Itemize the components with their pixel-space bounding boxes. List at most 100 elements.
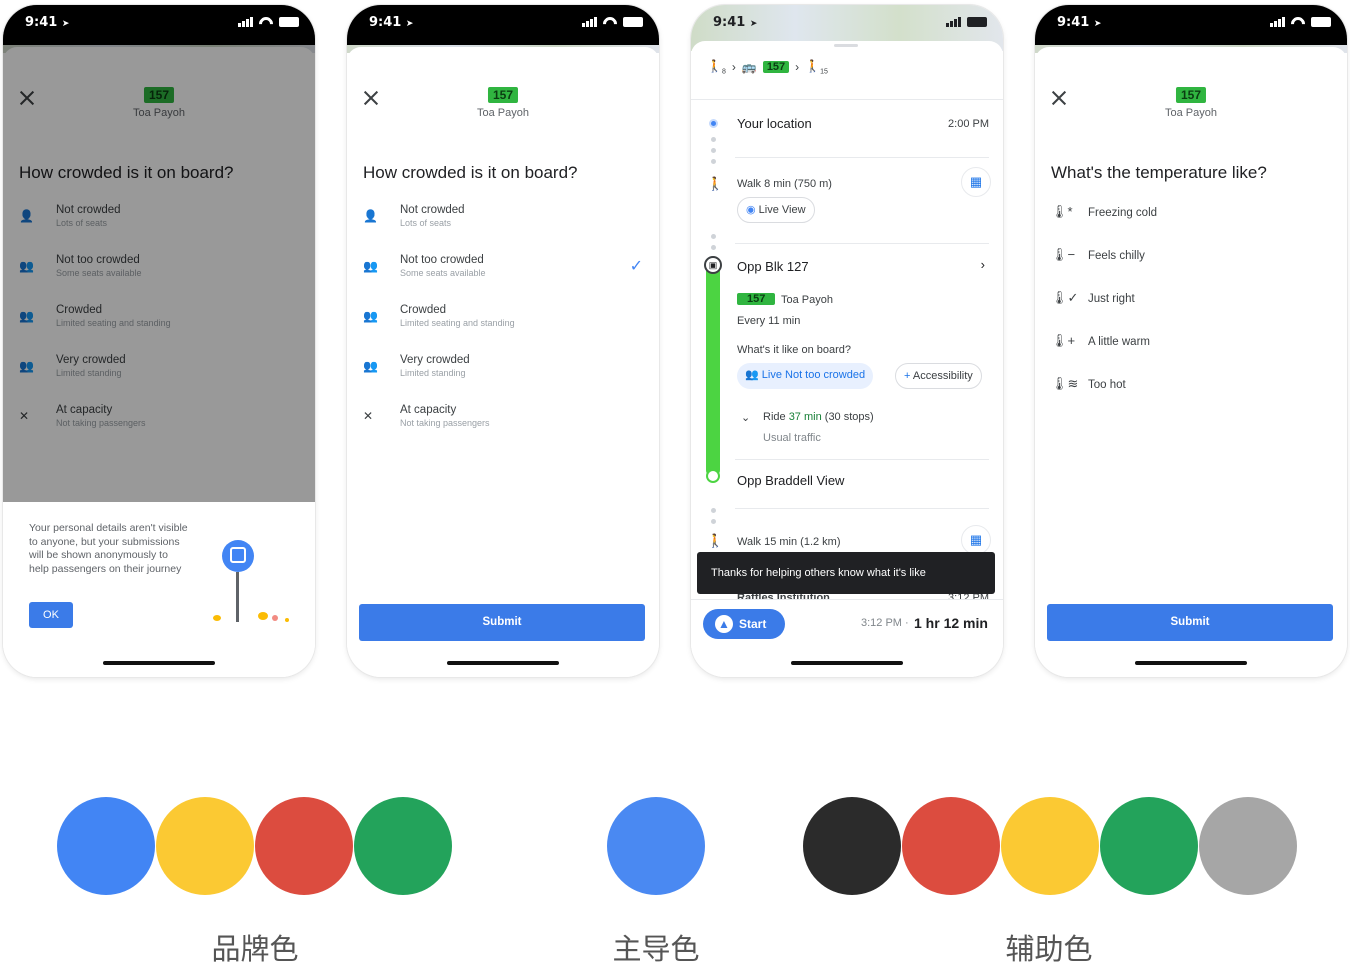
submit-button[interactable]: Submit	[1047, 604, 1333, 641]
phone-temperature: 9:41 ➤ 157 Toa Payoh What's the temperat…	[1035, 5, 1347, 677]
battery-icon	[1311, 17, 1331, 27]
wifi-icon	[259, 17, 273, 27]
stop-circle-icon	[706, 469, 720, 483]
chevron-right-icon[interactable]: ›	[981, 257, 985, 272]
secondary-color-swatch	[803, 797, 901, 895]
option-label: Too hot	[1088, 379, 1126, 391]
ride-summary[interactable]: Ride 37 min (30 stops)	[763, 411, 874, 423]
battery-icon	[623, 17, 643, 27]
route-badge: 157	[762, 61, 790, 74]
option-label: Feels chilly	[1088, 250, 1145, 262]
thermometer-hot-icon: 🌡≋	[1051, 376, 1079, 391]
live-view-button[interactable]: ◉ Live View	[737, 197, 815, 223]
option-title: Crowded	[400, 304, 447, 316]
privacy-panel: Your personal details aren't visible to …	[3, 502, 315, 677]
status-bar: 9:41 ➤	[1035, 5, 1347, 45]
status-time: 9:41 ➤	[369, 15, 414, 30]
map-icon[interactable]: ▦	[961, 167, 991, 197]
walk-icon: 🚶	[707, 533, 724, 548]
people-icon: 👤	[363, 209, 378, 223]
signal-icon	[946, 17, 961, 27]
option-crowded[interactable]: 👥 Crowded Limited seating and standing	[363, 304, 643, 340]
primary-color-swatch	[607, 797, 705, 895]
route-badge: 157	[737, 293, 776, 305]
divider	[735, 243, 989, 244]
accessibility-chip[interactable]: + Accessibility	[895, 363, 982, 389]
dim-overlay	[3, 5, 315, 502]
transit-line	[706, 263, 720, 477]
frequency: Every 11 min	[737, 315, 801, 327]
option-very-crowded[interactable]: 👥 Very crowded Limited standing	[363, 354, 643, 390]
route-destination: Toa Payoh	[781, 294, 833, 306]
temperature-question: What's the temperature like?	[1051, 163, 1267, 182]
option-not-too-crowded[interactable]: 👥 Not too crowded Some seats available ✓	[363, 254, 643, 290]
phone-crowd-selected: 9:41 ➤ 157 Toa Payoh How crowded is it o…	[347, 5, 659, 677]
brand-color-swatch	[255, 797, 353, 895]
live-view-icon: ◉	[746, 204, 756, 216]
phone-crowd-privacy: 157 Toa Payoh How crowded is it on board…	[3, 5, 315, 677]
stop-opp-blk-127: Opp Blk 127	[737, 259, 809, 274]
sheet-handle[interactable]	[834, 44, 858, 47]
option-a-little-warm[interactable]: 🌡+ A little warm	[1051, 333, 1331, 353]
submit-button[interactable]: Submit	[359, 604, 645, 641]
option-title: Very crowded	[400, 354, 470, 366]
option-subtitle: Not taking passengers	[400, 418, 490, 428]
option-feels-chilly[interactable]: 🌡− Feels chilly	[1051, 247, 1331, 267]
location-dot-icon	[709, 119, 718, 128]
status-bar: 9:41 ➤	[691, 5, 1003, 45]
thermometer-minus-icon: 🌡−	[1051, 247, 1076, 262]
brand-color-swatch	[354, 797, 452, 895]
people-icon: 👥	[363, 309, 378, 323]
option-not-crowded[interactable]: 👤 Not crowded Lots of seats	[363, 204, 643, 240]
route-badge: 157	[1175, 87, 1207, 103]
walk-icon: 🚶8	[707, 59, 726, 76]
start-time: 2:00 PM	[948, 118, 989, 130]
close-icon[interactable]	[1051, 90, 1067, 106]
ok-button[interactable]: OK	[29, 602, 73, 628]
option-subtitle: Limited standing	[400, 368, 466, 378]
battery-icon	[967, 17, 987, 27]
walk-icon: 🚶15	[805, 59, 828, 76]
walk-segment-1: Walk 8 min (750 m)	[737, 178, 832, 190]
traffic-status: Usual traffic	[763, 432, 821, 444]
brand-color-swatch	[57, 797, 155, 895]
option-just-right[interactable]: 🌡✓ Just right	[1051, 290, 1331, 310]
start-label: Start	[739, 617, 767, 631]
route-destination: Toa Payoh	[477, 107, 529, 119]
battery-icon	[279, 17, 299, 27]
wifi-icon	[603, 17, 617, 27]
home-indicator	[791, 661, 903, 665]
bottom-sheet: 157 Toa Payoh How crowded is it on board…	[347, 47, 659, 677]
accessibility-label: Accessibility	[912, 370, 973, 382]
option-label: Just right	[1088, 293, 1135, 305]
home-indicator	[1135, 661, 1247, 665]
check-icon: ✓	[629, 258, 643, 275]
secondary-colors-label: 辅助色	[1005, 932, 1093, 966]
map-icon[interactable]: ▦	[961, 525, 991, 555]
option-too-hot[interactable]: 🌡≋ Too hot	[1051, 376, 1331, 396]
thermometer-snow-icon: 🌡*	[1051, 204, 1073, 219]
wifi-icon	[1291, 17, 1305, 27]
secondary-color-swatch	[902, 797, 1000, 895]
brand-color-swatch	[156, 797, 254, 895]
privacy-text: Your personal details aren't visible to …	[29, 522, 188, 575]
live-crowd-chip[interactable]: 👥 Live Not too crowded	[737, 363, 874, 389]
route-badge: 157	[487, 87, 519, 103]
secondary-color-swatch	[1001, 797, 1099, 895]
bus-icon: 🚌	[741, 60, 757, 75]
home-indicator	[103, 661, 215, 665]
stop-opp-braddell-view: Opp Braddell View	[737, 473, 845, 488]
option-at-capacity[interactable]: ✕ At capacity Not taking passengers	[363, 404, 643, 440]
option-title: At capacity	[400, 404, 457, 416]
start-button[interactable]: ▲ Start	[703, 609, 785, 639]
divider	[735, 157, 989, 158]
close-icon[interactable]	[363, 90, 379, 106]
chevron-down-icon[interactable]: ⌄	[741, 411, 750, 424]
bus-stop-illustration	[213, 540, 289, 622]
option-freezing-cold[interactable]: 🌡* Freezing cold	[1051, 204, 1331, 224]
status-bar: 9:41 ➤	[3, 5, 315, 45]
walk-icon: 🚶	[707, 176, 724, 191]
live-crowd-label: Live Not too crowded	[761, 369, 866, 381]
phone-directions: 9:41 ➤ 🚶8 › 🚌 157 › 🚶15 Your location 2:00…	[691, 5, 1003, 677]
bus-stop-icon: ▣	[704, 256, 722, 274]
